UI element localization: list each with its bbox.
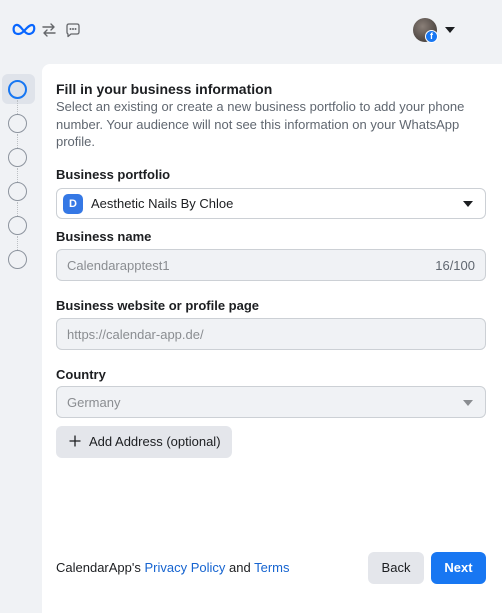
account-menu-chevron-down-icon[interactable]	[445, 27, 455, 33]
step-connector	[17, 236, 18, 250]
terms-link[interactable]: Terms	[254, 560, 289, 575]
step-connector	[17, 168, 18, 182]
meta-logo-icon[interactable]	[12, 22, 36, 36]
country-value: Germany	[67, 395, 121, 410]
top-bar: f	[0, 0, 502, 62]
chevron-down-icon	[463, 400, 473, 406]
step-4-circle-icon	[8, 182, 27, 201]
business-name-field[interactable]: Calendarapptest1 16/100	[56, 249, 486, 281]
footer-legal-text: CalendarApp's Privacy Policy and Terms	[56, 560, 289, 575]
portfolio-avatar: D	[63, 194, 83, 214]
privacy-policy-link[interactable]: Privacy Policy	[144, 560, 225, 575]
step-5-circle-icon	[8, 216, 27, 235]
add-address-label: Add Address (optional)	[89, 434, 221, 449]
country-select[interactable]: Germany	[56, 386, 486, 418]
business-name-label: Business name	[56, 229, 152, 244]
step-3-circle-icon	[8, 148, 27, 167]
footer-prefix: CalendarApp's	[56, 560, 145, 575]
business-portfolio-label: Business portfolio	[56, 167, 171, 182]
step-1-circle-icon	[8, 80, 27, 99]
add-address-button[interactable]: Add Address (optional)	[56, 426, 232, 458]
next-button[interactable]: Next	[431, 552, 486, 584]
website-value: https://calendar-app.de/	[67, 327, 204, 342]
swap-icon[interactable]	[41, 22, 57, 38]
step-connector	[17, 134, 18, 148]
website-label: Business website or profile page	[56, 298, 259, 313]
character-counter: 16/100	[435, 258, 475, 273]
facebook-badge-icon: f	[425, 30, 438, 43]
page-description: Select an existing or create a new busin…	[56, 99, 465, 149]
whatsapp-icon[interactable]	[64, 21, 82, 39]
step-connector	[17, 100, 18, 114]
page-title: Fill in your business information	[56, 81, 273, 97]
plus-icon	[69, 435, 81, 447]
website-field[interactable]: https://calendar-app.de/	[56, 318, 486, 350]
business-portfolio-select[interactable]: D Aesthetic Nails By Chloe	[56, 188, 486, 219]
country-label: Country	[56, 367, 106, 382]
footer-conjunction: and	[225, 560, 255, 575]
step-connector	[17, 202, 18, 216]
business-portfolio-value: Aesthetic Nails By Chloe	[91, 196, 234, 211]
step-2-circle-icon	[8, 114, 27, 133]
progress-stepper	[0, 66, 40, 613]
back-button[interactable]: Back	[368, 552, 424, 584]
step-6-circle-icon	[8, 250, 27, 269]
chevron-down-icon	[463, 201, 473, 207]
business-name-value: Calendarapptest1	[67, 258, 170, 273]
